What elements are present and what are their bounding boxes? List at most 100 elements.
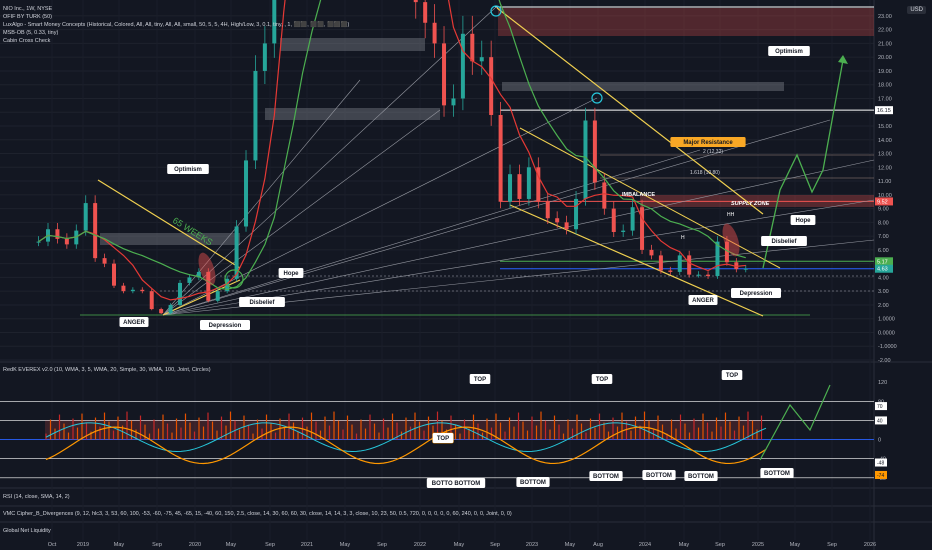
- candle-body: [508, 174, 513, 202]
- price-axis: 23.0022.0021.0020.0019.0018.0017.0016.00…: [878, 14, 897, 364]
- candle-body: [517, 174, 522, 199]
- candle-body: [555, 218, 560, 223]
- time-tick-label: Sep: [152, 542, 162, 548]
- annotation-label: ANGER: [123, 320, 145, 326]
- currency-badge[interactable]: USD: [907, 6, 926, 14]
- candle-body: [102, 258, 107, 264]
- oscillator-price-label: 70: [877, 404, 883, 410]
- fib-annotation: 1.618 (10.80): [690, 170, 720, 176]
- candle-body: [677, 255, 682, 272]
- annotation-label: ANGER: [692, 298, 714, 304]
- indicator-cabin-cross[interactable]: Cabin Cross Check: [3, 37, 50, 45]
- candle-body: [178, 282, 183, 305]
- candle-body: [630, 207, 635, 231]
- annotation-label: Optimism: [174, 167, 202, 173]
- oscillator-price-label: -74: [877, 473, 884, 479]
- trading-chart[interactable]: 23.0022.0021.0020.0019.0018.0017.0016.00…: [0, 0, 932, 550]
- price-tick-label: 0.0000: [878, 330, 895, 336]
- vmc-title[interactable]: VMC Cipher_B_Divergences (9, 12, hlc3, 3…: [3, 510, 512, 518]
- price-tick-label: 6.00: [878, 248, 889, 254]
- price-tick-label: -1.0000: [878, 344, 897, 350]
- rsi-title[interactable]: RSI (14, close, SMA, 14, 2): [3, 493, 70, 501]
- price-tick-label: 7.00: [878, 234, 889, 240]
- order-block: [502, 82, 784, 91]
- candle-body: [696, 274, 701, 276]
- annotation-label: Disbelief: [249, 300, 275, 306]
- oscillator-price-label: 40: [877, 418, 883, 424]
- candle-body: [706, 274, 711, 277]
- annotation-labels: Optimism ANGER Depression Disbelief Hope Majo…: [119, 5, 816, 488]
- candle-body: [442, 43, 447, 106]
- time-tick-label: May: [565, 542, 576, 548]
- price-tick-label: 21.00: [878, 41, 892, 47]
- time-tick-label: Sep: [490, 542, 500, 548]
- price-tick-label: 2.00: [878, 303, 889, 309]
- order-block: [265, 108, 440, 120]
- time-tick-label: Sep: [265, 542, 275, 548]
- time-axis: Oct 2019 May Sep 2020 May Sep 2021 May Sep 2022 May…: [48, 542, 876, 548]
- annotation-label: Optimism: [775, 49, 803, 55]
- candle-body: [470, 33, 475, 62]
- fib-annotation: 2 (12.32): [703, 149, 723, 155]
- candle-body: [564, 222, 569, 230]
- price-tick-label: 14.00: [878, 138, 892, 144]
- annotation-label: Hope: [796, 218, 812, 224]
- time-tick-label: Sep: [377, 542, 387, 548]
- time-tick-label: Sep: [715, 542, 725, 548]
- price-tick-label: 20.00: [878, 55, 892, 61]
- time-tick-label: 2024: [639, 542, 651, 548]
- candle-body: [215, 291, 220, 301]
- price-tick-label: 12.00: [878, 165, 892, 171]
- annotation-label: BOTTOM: [764, 471, 790, 477]
- price-axis-label: 16.15: [877, 108, 891, 114]
- candle-body: [168, 304, 173, 314]
- oscillator-tick-label: 120: [878, 380, 887, 386]
- oscillator-title[interactable]: RedK EVEREX v2.0 (10, WMA, 3, 5, WMA, 20…: [3, 366, 211, 374]
- annotation-label: BOTTO BOTTOM: [432, 481, 480, 487]
- oscillator-band: [45, 420, 760, 440]
- candle-body: [149, 291, 154, 310]
- candle-body: [83, 203, 88, 231]
- time-tick-label: 2025: [752, 542, 764, 548]
- time-tick-label: 2021: [301, 542, 313, 548]
- candle-body: [658, 255, 663, 271]
- candle-body: [649, 249, 654, 256]
- oscillator-price-label: -48: [877, 461, 884, 467]
- annotation-label: TOP: [726, 373, 738, 379]
- time-tick-label: May: [679, 542, 690, 548]
- time-tick-label: 2026: [864, 542, 876, 548]
- price-tick-label: 15.00: [878, 124, 892, 130]
- time-tick-label: May: [454, 542, 465, 548]
- candle-body: [121, 285, 126, 292]
- indicator-ofif[interactable]: OFIF BY TURK (50): [3, 13, 52, 21]
- candle-body: [423, 2, 428, 23]
- time-tick-label: Aug: [593, 542, 603, 548]
- price-tick-label: 13.00: [878, 152, 892, 158]
- candle-body: [93, 203, 98, 259]
- imbalance-annotation: IMBALANCE: [622, 192, 655, 198]
- indicator-luxalgo[interactable]: LuxAlgo - Smart Money Concepts (Historic…: [3, 21, 349, 29]
- price-tick-label: -2.00: [878, 358, 891, 364]
- candle-body: [498, 114, 503, 202]
- annotation-label: BOTTOM: [593, 474, 619, 480]
- candle-body: [460, 33, 465, 99]
- candle-body: [413, 0, 418, 3]
- annotation-label: TOP: [596, 377, 608, 383]
- candle-body: [592, 120, 597, 183]
- candle-body: [244, 160, 249, 227]
- price-tick-label: 11.00: [878, 179, 891, 185]
- candle-body: [187, 277, 192, 283]
- gnl-title[interactable]: Global Net Liquidity: [3, 527, 51, 535]
- time-tick-label: 2019: [77, 542, 89, 548]
- price-tick-label: 19.00: [878, 69, 892, 75]
- candle-body: [253, 70, 258, 161]
- time-tick-label: May: [340, 542, 351, 548]
- fan-line: [162, 149, 701, 316]
- indicator-msb-ob[interactable]: MSB-OB (5, 0.33, tiny): [3, 29, 58, 37]
- projection-arrow: [838, 55, 848, 64]
- time-tick-label: 2022: [414, 542, 426, 548]
- candle-body: [479, 57, 484, 62]
- annotation-label: BOTTOM: [688, 474, 714, 480]
- time-tick-label: May: [226, 542, 237, 548]
- fan-line: [162, 109, 441, 316]
